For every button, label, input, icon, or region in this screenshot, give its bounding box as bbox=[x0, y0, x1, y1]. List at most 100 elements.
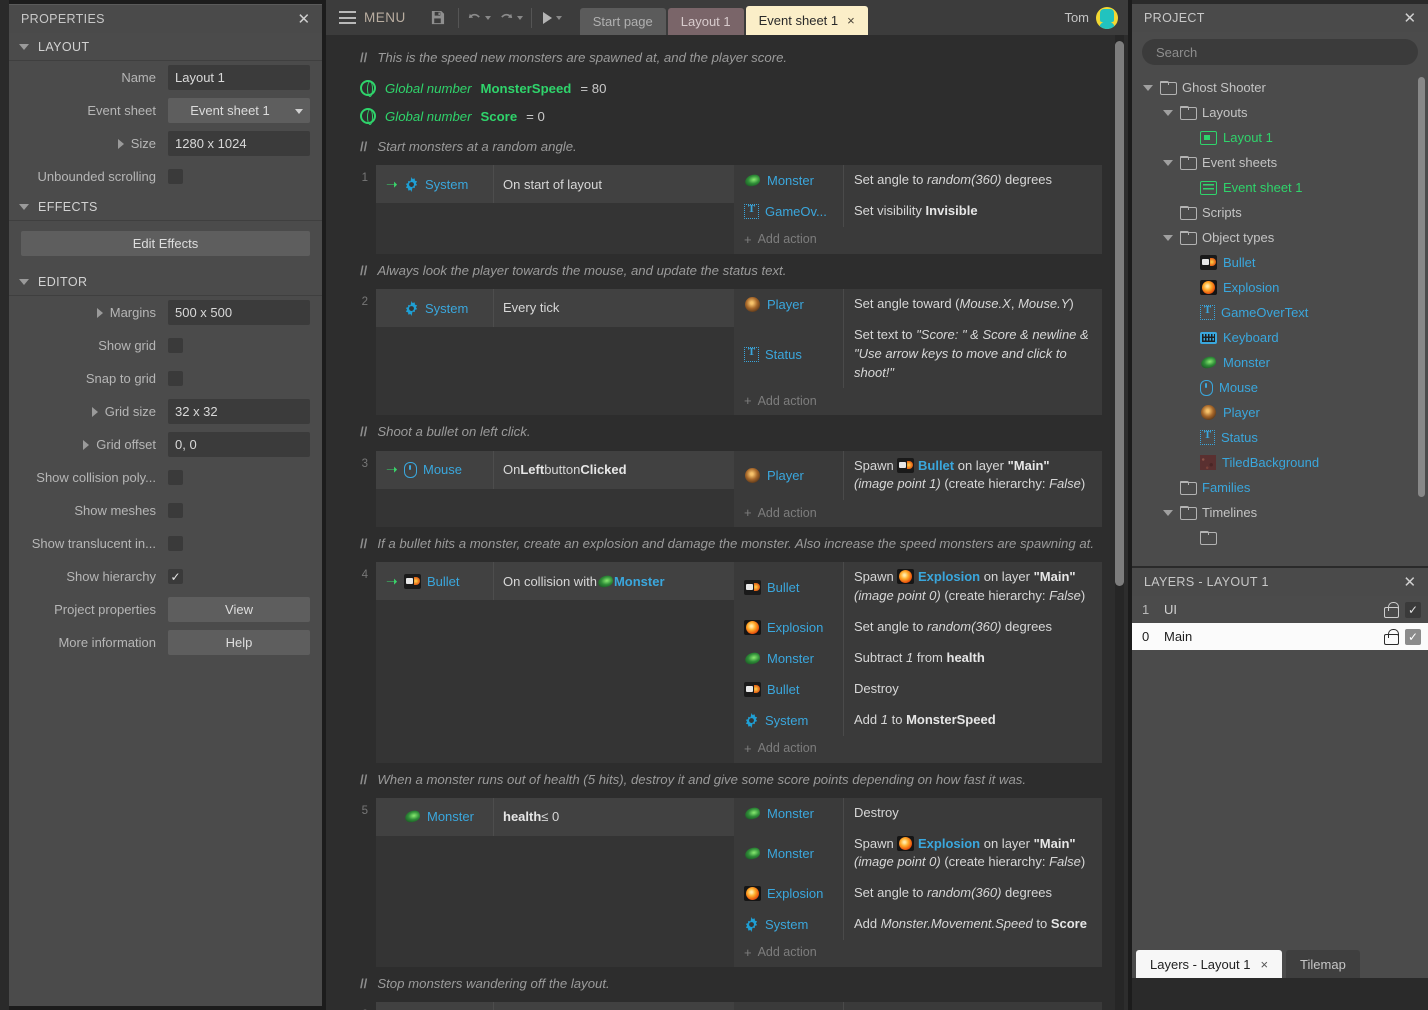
global-variable-row[interactable]: Global numberScore= 0 bbox=[356, 102, 1102, 130]
event-comment[interactable]: //Always look the player towards the mou… bbox=[356, 254, 1102, 287]
close-icon[interactable]: × bbox=[1260, 957, 1268, 972]
visibility-checkbox[interactable]: ✓ bbox=[1405, 629, 1421, 645]
save-icon[interactable] bbox=[422, 0, 454, 35]
chevron-down-icon[interactable] bbox=[1163, 110, 1173, 116]
redo-icon[interactable] bbox=[495, 0, 527, 35]
property-checkbox[interactable] bbox=[168, 569, 183, 584]
property-checkbox[interactable] bbox=[168, 338, 183, 353]
condition-row[interactable]: MonsterIs outside layout bbox=[376, 1002, 734, 1010]
action-object[interactable]: Explosion bbox=[734, 878, 844, 909]
property-checkbox[interactable] bbox=[168, 470, 183, 485]
tree-item-monster[interactable]: Monster bbox=[1132, 350, 1428, 375]
play-icon[interactable] bbox=[536, 0, 568, 35]
action-object[interactable]: Monster bbox=[734, 829, 844, 879]
event-comment[interactable]: //This is the speed new monsters are spa… bbox=[356, 41, 1102, 74]
action-row[interactable]: MonsterSubtract 1 from health bbox=[734, 643, 1102, 674]
event-comment[interactable]: //Start monsters at a random angle. bbox=[356, 130, 1102, 163]
close-icon[interactable]: ✕ bbox=[1400, 8, 1420, 28]
action-object[interactable]: Player bbox=[734, 289, 844, 320]
close-icon[interactable]: ✕ bbox=[1400, 572, 1420, 592]
add-action-row[interactable]: +Add action+Add... bbox=[734, 388, 1102, 415]
condition-object[interactable]: Monster bbox=[376, 798, 494, 836]
tree-item-object-types[interactable]: Object types bbox=[1132, 225, 1428, 250]
condition-row[interactable]: Monsterhealth ≤ 0 bbox=[376, 798, 734, 836]
tree-item-explosion[interactable]: Explosion bbox=[1132, 275, 1428, 300]
condition-row[interactable]: ➝BulletOn collision with Monster bbox=[376, 562, 734, 600]
property-checkbox[interactable] bbox=[168, 536, 183, 551]
tree-item-untitled[interactable] bbox=[1132, 525, 1428, 550]
expand-chevron-icon[interactable] bbox=[118, 139, 124, 149]
user-account[interactable]: Tom bbox=[1064, 0, 1118, 35]
chevron-down-icon[interactable] bbox=[1143, 85, 1153, 91]
action-row[interactable]: ExplosionSet angle to random(360) degree… bbox=[734, 878, 1102, 909]
action-row[interactable]: GameOv...Set visibility Invisible bbox=[734, 196, 1102, 227]
property-text-field[interactable]: 0, 0 bbox=[168, 432, 310, 457]
action-row[interactable]: SystemAdd 1 to MonsterSpeed bbox=[734, 705, 1102, 736]
visibility-checkbox[interactable]: ✓ bbox=[1405, 602, 1421, 618]
action-object[interactable]: Bullet bbox=[734, 674, 844, 705]
properties-section-editor[interactable]: EDITOR bbox=[9, 268, 322, 296]
event-sheet-scrollbar-thumb[interactable] bbox=[1115, 41, 1124, 586]
event-comment[interactable]: //If a bullet hits a monster, create an … bbox=[356, 527, 1102, 560]
tree-item-tiledbackground[interactable]: TiledBackground bbox=[1132, 450, 1428, 475]
tree-item-bullet[interactable]: Bullet bbox=[1132, 250, 1428, 275]
action-object[interactable]: Monster bbox=[734, 165, 844, 196]
project-scrollbar-thumb[interactable] bbox=[1418, 77, 1425, 497]
tree-item-families[interactable]: Families bbox=[1132, 475, 1428, 500]
tree-item-status[interactable]: Status bbox=[1132, 425, 1428, 450]
properties-section-layout[interactable]: LAYOUT bbox=[9, 33, 322, 61]
tab-event-sheet-1[interactable]: Event sheet 1× bbox=[746, 6, 868, 35]
tree-item-gameovertext[interactable]: GameOverText bbox=[1132, 300, 1428, 325]
action-object[interactable]: Monster bbox=[734, 1002, 844, 1010]
tree-item-event-sheets[interactable]: Event sheets bbox=[1132, 150, 1428, 175]
menu-label[interactable]: MENU bbox=[364, 10, 406, 25]
event-comment[interactable]: //Stop monsters wandering off the layout… bbox=[356, 967, 1102, 1000]
tree-item-ghost-shooter[interactable]: Ghost Shooter bbox=[1132, 75, 1428, 100]
action-object[interactable]: Player bbox=[734, 451, 844, 501]
property-dropdown[interactable]: Event sheet 1 bbox=[168, 98, 310, 123]
bottom-tab-layers-layout-1[interactable]: Layers - Layout 1× bbox=[1136, 950, 1282, 978]
tab-start-page[interactable]: Start page bbox=[580, 8, 666, 35]
event-comment[interactable]: //When a monster runs out of health (5 h… bbox=[356, 763, 1102, 796]
search-input[interactable]: Search bbox=[1142, 39, 1418, 65]
avatar[interactable] bbox=[1096, 7, 1118, 29]
chevron-down-icon[interactable] bbox=[1163, 510, 1173, 516]
condition-object[interactable]: System bbox=[376, 289, 494, 327]
chevron-down-icon[interactable] bbox=[1163, 160, 1173, 166]
property-text-field[interactable]: 500 x 500 bbox=[168, 300, 310, 325]
action-row[interactable]: PlayerSpawn Bullet on layer "Main" (imag… bbox=[734, 451, 1102, 501]
close-icon[interactable]: × bbox=[847, 13, 855, 28]
action-object[interactable]: Status bbox=[734, 320, 844, 389]
property-checkbox[interactable] bbox=[168, 503, 183, 518]
expand-chevron-icon[interactable] bbox=[92, 407, 98, 417]
property-checkbox[interactable] bbox=[168, 371, 183, 386]
tree-item-mouse[interactable]: Mouse bbox=[1132, 375, 1428, 400]
property-text-field[interactable]: Layout 1 bbox=[168, 65, 310, 90]
action-row[interactable]: SystemAdd Monster.Movement.Speed to Scor… bbox=[734, 909, 1102, 940]
condition-row[interactable]: ➝SystemOn start of layout bbox=[376, 165, 734, 203]
layer-row[interactable]: 1UI✓ bbox=[1132, 596, 1428, 623]
event-comment[interactable]: //Shoot a bullet on left click. bbox=[356, 415, 1102, 448]
add-action-row[interactable]: +Add action+Add... bbox=[734, 500, 1102, 527]
condition-object[interactable]: ➝Bullet bbox=[376, 562, 494, 600]
action-row[interactable]: MonsterDestroy bbox=[734, 798, 1102, 829]
tree-item-event-sheet-1[interactable]: Event sheet 1 bbox=[1132, 175, 1428, 200]
edit-effects-button[interactable]: Edit Effects bbox=[21, 231, 310, 256]
action-object[interactable]: System bbox=[734, 909, 844, 940]
condition-object[interactable]: Monster bbox=[376, 1002, 494, 1010]
layer-row[interactable]: 0Main✓ bbox=[1132, 623, 1428, 650]
action-row[interactable]: MonsterSet angle to random(360) degrees bbox=[734, 165, 1102, 196]
property-button[interactable]: Help bbox=[168, 630, 310, 655]
action-row[interactable]: ExplosionSet angle to random(360) degree… bbox=[734, 612, 1102, 643]
tree-item-layout-1[interactable]: Layout 1 bbox=[1132, 125, 1428, 150]
action-row[interactable]: StatusSet text to "Score: " & Score & ne… bbox=[734, 320, 1102, 389]
tree-item-timelines[interactable]: Timelines bbox=[1132, 500, 1428, 525]
tab-layout-1[interactable]: Layout 1 bbox=[668, 8, 744, 35]
property-checkbox[interactable] bbox=[168, 169, 183, 184]
condition-row[interactable]: ➝MouseOn Left button Clicked bbox=[376, 451, 734, 489]
tree-item-scripts[interactable]: Scripts bbox=[1132, 200, 1428, 225]
add-action-row[interactable]: +Add action+Add... bbox=[734, 227, 1102, 254]
add-action-row[interactable]: +Add action+Add... bbox=[734, 736, 1102, 763]
lock-icon[interactable] bbox=[1383, 629, 1398, 645]
action-row[interactable]: BulletSpawn Explosion on layer "Main" (i… bbox=[734, 562, 1102, 612]
